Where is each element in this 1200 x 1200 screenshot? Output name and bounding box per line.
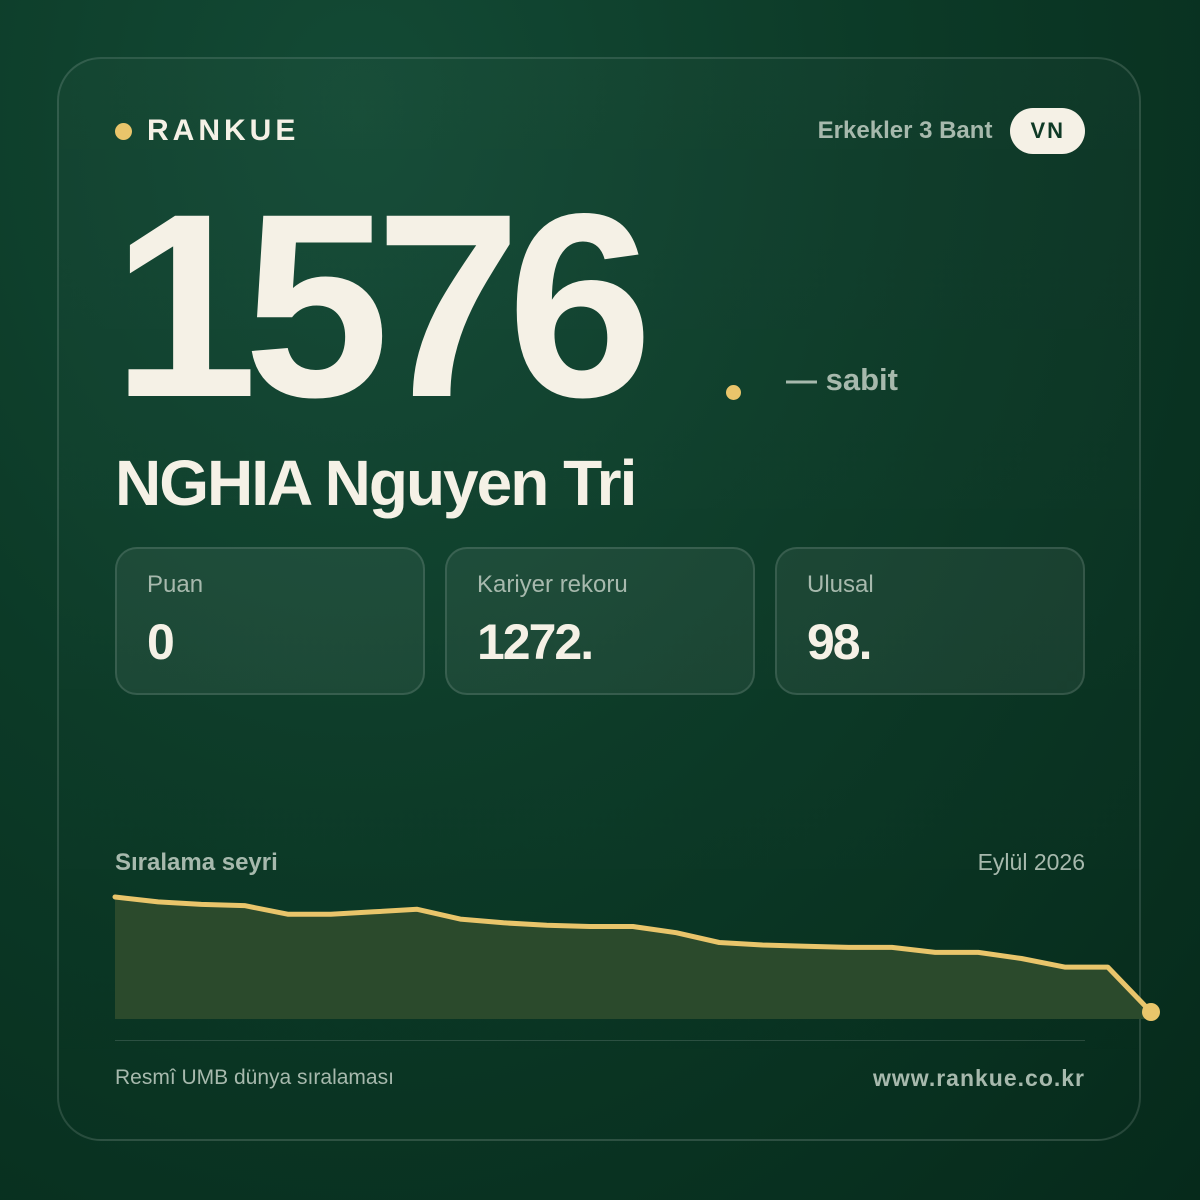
stat-value: 98. [807, 614, 873, 670]
category-header: Erkekler 3 Bant VN [818, 107, 1085, 155]
country-badge: VN [1010, 108, 1085, 154]
stat-value: 0 [147, 614, 175, 670]
brand-dot-icon [115, 122, 132, 140]
stat-card-career-record: Kariyer rekoru 1272. [445, 547, 755, 695]
chart-current-point [1142, 1003, 1160, 1021]
brand-logo: RANKUE [115, 112, 299, 150]
footer-divider [115, 1040, 1085, 1041]
stat-label: Puan [147, 571, 204, 598]
chart-area-fill [115, 897, 1151, 1019]
category-label: Erkekler 3 Bant [817, 117, 993, 144]
stat-card-points: Puan 0 [115, 547, 425, 695]
rank-history-chart [112, 894, 1160, 1021]
stat-label: Ulusal [807, 571, 874, 598]
footer-source: Resmî UMB dünya sıralaması [115, 1066, 394, 1089]
stat-value: 1272. [477, 614, 594, 670]
player-name: NGHIA Nguyen Tri [115, 447, 637, 519]
chart-title: Sıralama seyri [115, 849, 278, 876]
chart-date: Eylül 2026 [977, 849, 1085, 875]
footer-website-link[interactable]: www.rankue.co.kr [873, 1065, 1085, 1092]
rank-dot-icon [726, 385, 741, 400]
rank-trend: — sabit [786, 362, 898, 397]
current-rank: 1576 [112, 159, 653, 452]
brand-name: RANKUE [147, 114, 300, 147]
stat-card-national: Ulusal 98. [775, 547, 1085, 695]
stat-label: Kariyer rekoru [477, 571, 628, 598]
